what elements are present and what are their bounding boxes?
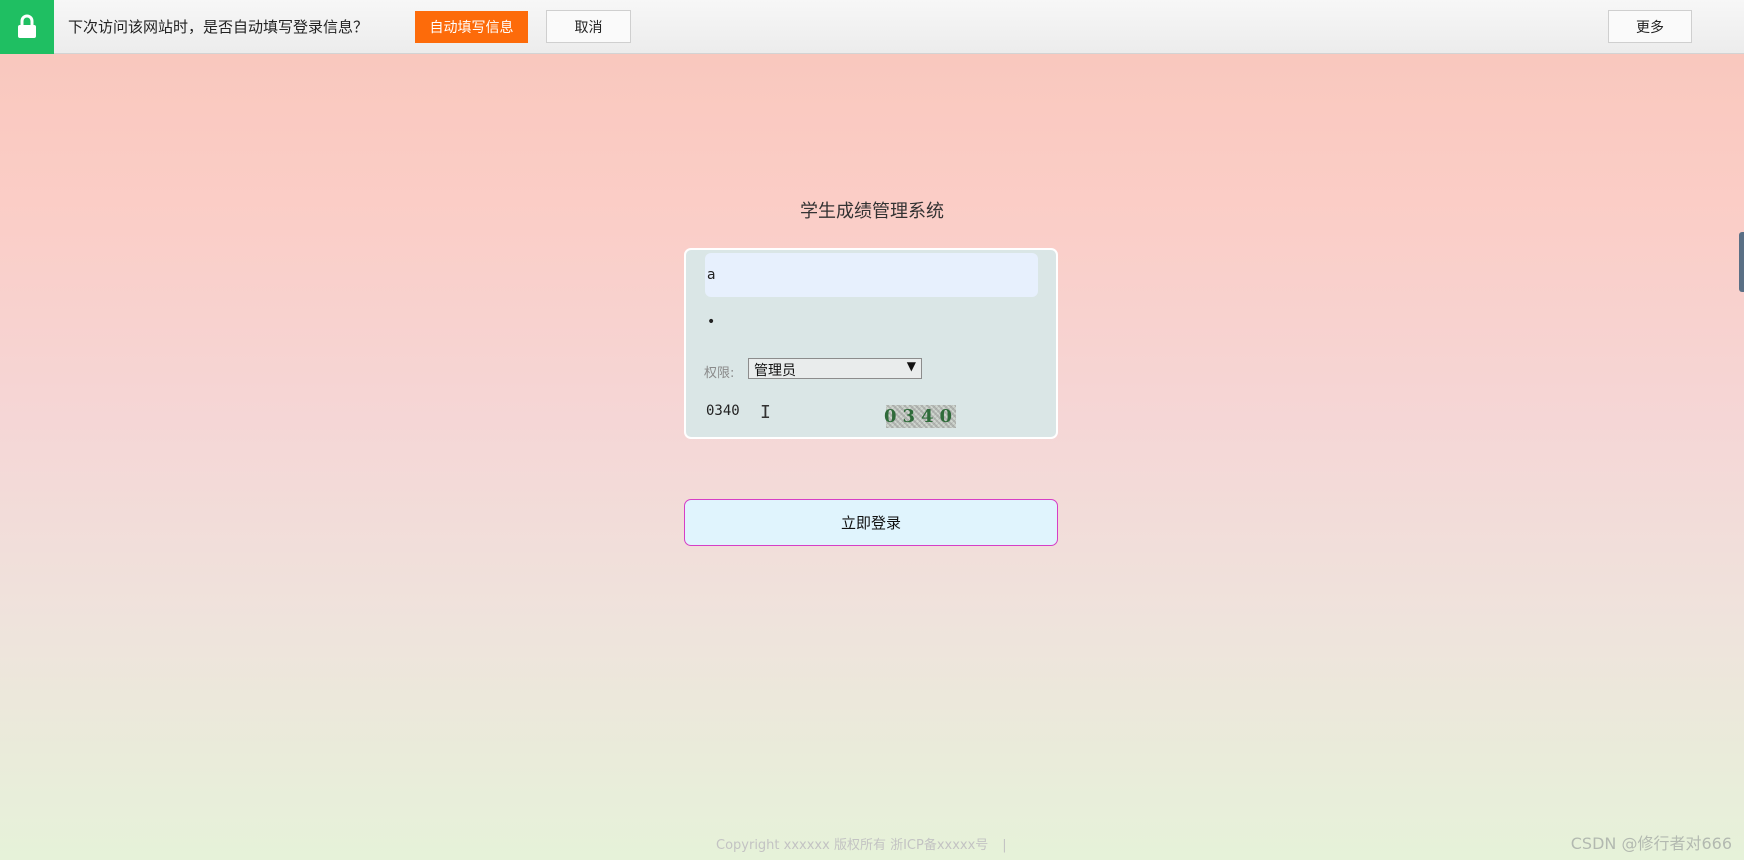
footer-separator: | xyxy=(1002,838,1007,853)
captcha-image[interactable]: 0340 xyxy=(884,405,956,428)
password-input[interactable] xyxy=(705,302,1038,342)
page-title: 学生成绩管理系统 xyxy=(800,201,944,222)
login-panel: 权限: 管理员 ▼ I 0340 xyxy=(684,248,1058,439)
lock-icon xyxy=(0,0,54,54)
text-cursor-icon: I xyxy=(760,402,771,423)
footer: Copyright xxxxxx 版权所有 浙ICP备xxxxx号 | xyxy=(716,834,1007,853)
save-password-prompt: 下次访问该网站时，是否自动填写登录信息？ xyxy=(68,18,369,36)
scrollbar-handle[interactable] xyxy=(1739,232,1744,292)
role-selected-value: 管理员 xyxy=(754,363,796,379)
password-save-bar: 下次访问该网站时，是否自动填写登录信息？ 自动填写信息 取消 更多 xyxy=(0,0,1744,54)
copyright-text: Copyright xxxxxx 版权所有 浙ICP备xxxxx号 xyxy=(716,838,989,853)
verification-code-input[interactable] xyxy=(705,398,876,424)
autofill-button[interactable]: 自动填写信息 xyxy=(415,11,528,43)
role-label: 权限: xyxy=(704,366,735,381)
csdn-watermark: CSDN @修行者对666 xyxy=(1570,834,1732,853)
username-input[interactable] xyxy=(705,253,1038,297)
cancel-button[interactable]: 取消 xyxy=(546,10,631,43)
login-button[interactable]: 立即登录 xyxy=(684,499,1058,546)
dropdown-arrow-icon: ▼ xyxy=(906,359,916,373)
more-button[interactable]: 更多 xyxy=(1608,10,1692,43)
role-select[interactable]: 管理员 ▼ xyxy=(748,358,922,379)
